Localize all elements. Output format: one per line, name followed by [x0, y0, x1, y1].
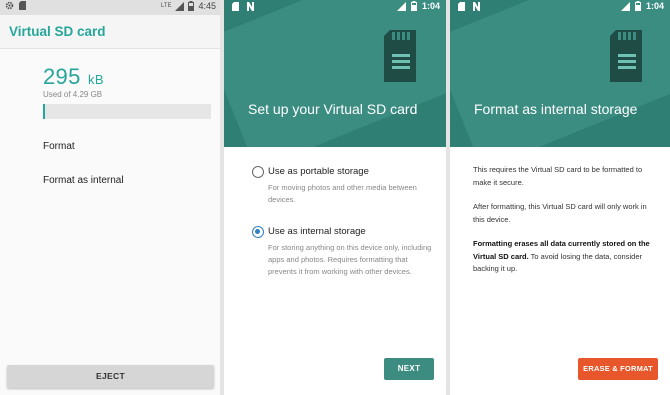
n-icon	[473, 2, 480, 11]
portable-storage-radio[interactable]	[252, 166, 264, 178]
network-badge: LTE	[160, 3, 172, 9]
portable-storage-description: For moving photos and other media betwee…	[268, 183, 417, 204]
app-bar: Virtual SD card	[0, 15, 220, 49]
internal-storage-label[interactable]: Use as internal storage	[268, 226, 366, 237]
battery-icon	[188, 1, 195, 11]
next-button[interactable]: NEXT	[384, 358, 434, 380]
status-bar: 1:04	[224, 0, 446, 15]
format-paragraph-2: After formatting, this Virtual SD card w…	[473, 202, 647, 224]
status-time: 4:45	[198, 1, 216, 11]
setup-header: 1:04 Set up your Virtual SD card	[224, 0, 446, 147]
settings-screen: LTE 4:45 Virtual SD card 295 kB Used of …	[0, 0, 220, 395]
format-screen: 1:04 Format as internal storage This req…	[450, 0, 670, 395]
internal-storage-description: For storing anything on this device only…	[268, 243, 432, 276]
storage-progress-fill	[43, 104, 45, 119]
sd-card-icon	[19, 1, 26, 10]
status-bar: 1:04	[450, 0, 670, 15]
format-title: Format as internal storage	[474, 101, 638, 117]
used-amount: 295 kB	[43, 64, 104, 90]
notification-icon	[458, 2, 465, 11]
used-unit: kB	[88, 72, 104, 87]
settings-gear-icon	[5, 1, 14, 10]
page-title: Virtual SD card	[9, 24, 106, 39]
signal-icon	[175, 1, 185, 11]
sd-card-icon	[384, 30, 416, 82]
battery-icon	[634, 1, 641, 11]
storage-progress-bar	[43, 104, 211, 119]
format-menu-item[interactable]: Format	[43, 141, 75, 152]
status-time: 1:04	[421, 1, 440, 11]
screenshot-root: LTE 4:45 Virtual SD card 295 kB Used of …	[0, 0, 670, 395]
status-time: 1:04	[645, 1, 664, 11]
setup-screen: 1:04 Set up your Virtual SD card Use as …	[224, 0, 446, 395]
signal-icon	[396, 1, 406, 11]
format-warning: Formatting erases all data currently sto…	[473, 238, 653, 276]
portable-storage-label[interactable]: Use as portable storage	[268, 166, 369, 177]
erase-format-button[interactable]: ERASE & FORMAT	[578, 358, 658, 380]
format-header: 1:04 Format as internal storage	[450, 0, 670, 147]
sd-card-icon	[610, 30, 642, 82]
notification-icon	[232, 2, 239, 11]
n-icon	[247, 2, 254, 11]
eject-button[interactable]: EJECT	[7, 365, 214, 388]
status-bar: LTE 4:45	[0, 0, 220, 15]
setup-title: Set up your Virtual SD card	[248, 101, 418, 117]
used-value: 295	[43, 64, 81, 89]
battery-icon	[410, 1, 417, 11]
signal-icon	[620, 1, 630, 11]
used-of-total: Used of 4.29 GB	[43, 90, 103, 99]
format-internal-menu-item[interactable]: Format as internal	[43, 175, 124, 186]
internal-storage-radio[interactable]	[252, 226, 264, 238]
format-paragraph-1: This requires the Virtual SD card to be …	[473, 165, 643, 187]
